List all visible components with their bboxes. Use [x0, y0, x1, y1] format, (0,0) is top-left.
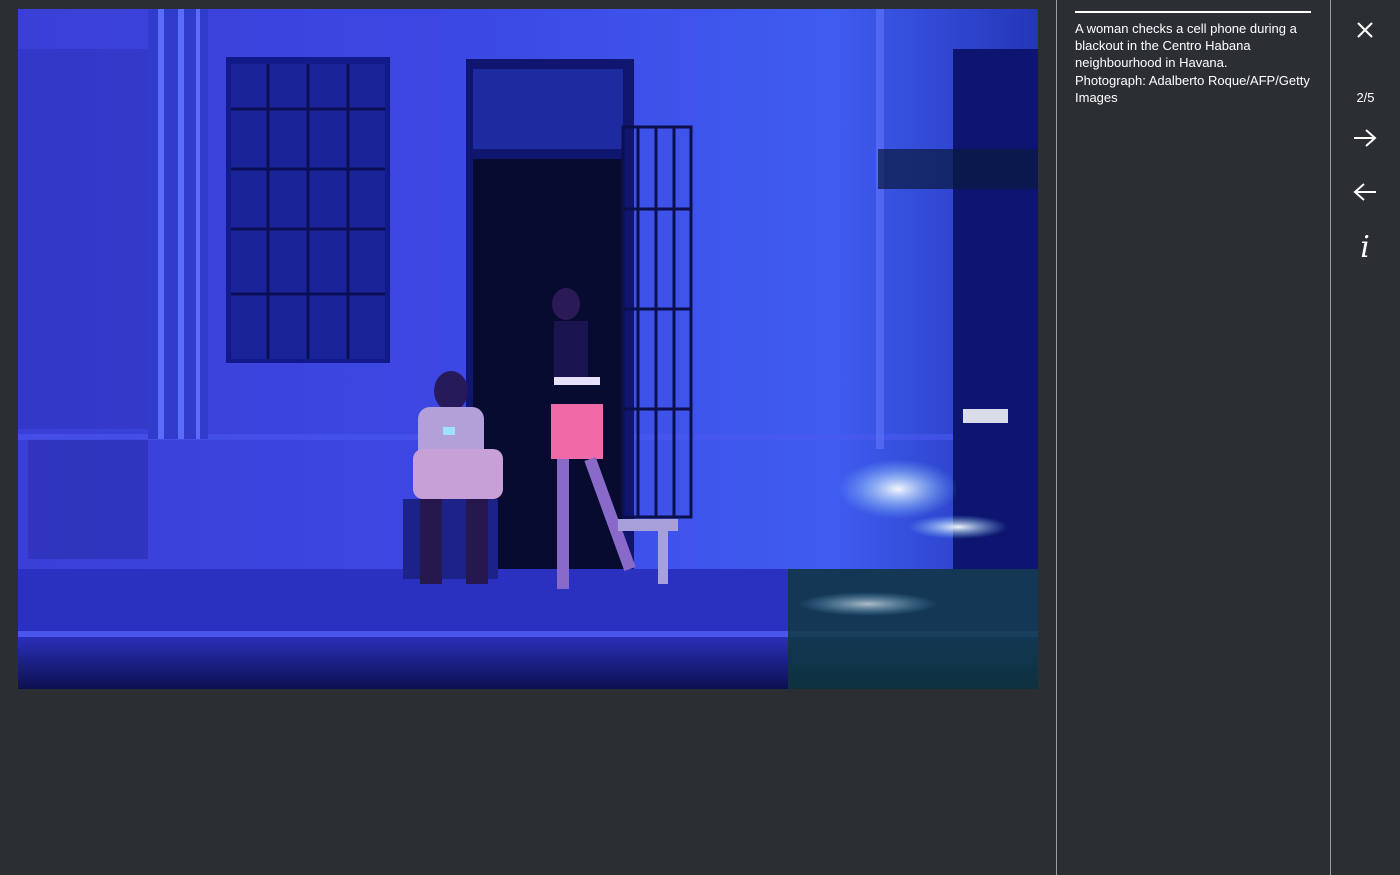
info-icon: i	[1360, 230, 1370, 265]
caption-description: A woman checks a cell phone during a bla…	[1075, 21, 1297, 71]
previous-button[interactable]	[1345, 172, 1385, 212]
arrow-left-icon	[1353, 183, 1376, 201]
photo-illustration	[18, 9, 1038, 689]
next-button[interactable]	[1345, 118, 1385, 158]
close-button[interactable]	[1345, 10, 1385, 50]
gallery-viewer: A woman checks a cell phone during a bla…	[0, 0, 1400, 875]
photo-area	[0, 0, 1056, 875]
arrow-right-icon	[1354, 129, 1377, 147]
caption-rule	[1075, 11, 1311, 13]
image-counter: 2/5	[1356, 90, 1375, 105]
caption-credit: Photograph: Adalberto Roque/AFP/Getty Im…	[1075, 72, 1310, 105]
gallery-controls: 2/5 i	[1331, 0, 1400, 875]
close-icon	[1357, 22, 1373, 38]
info-button[interactable]: i	[1345, 228, 1385, 268]
gallery-photo	[18, 9, 1038, 689]
caption-panel: A woman checks a cell phone during a bla…	[1057, 0, 1329, 875]
photo-caption: A woman checks a cell phone during a bla…	[1075, 20, 1317, 106]
